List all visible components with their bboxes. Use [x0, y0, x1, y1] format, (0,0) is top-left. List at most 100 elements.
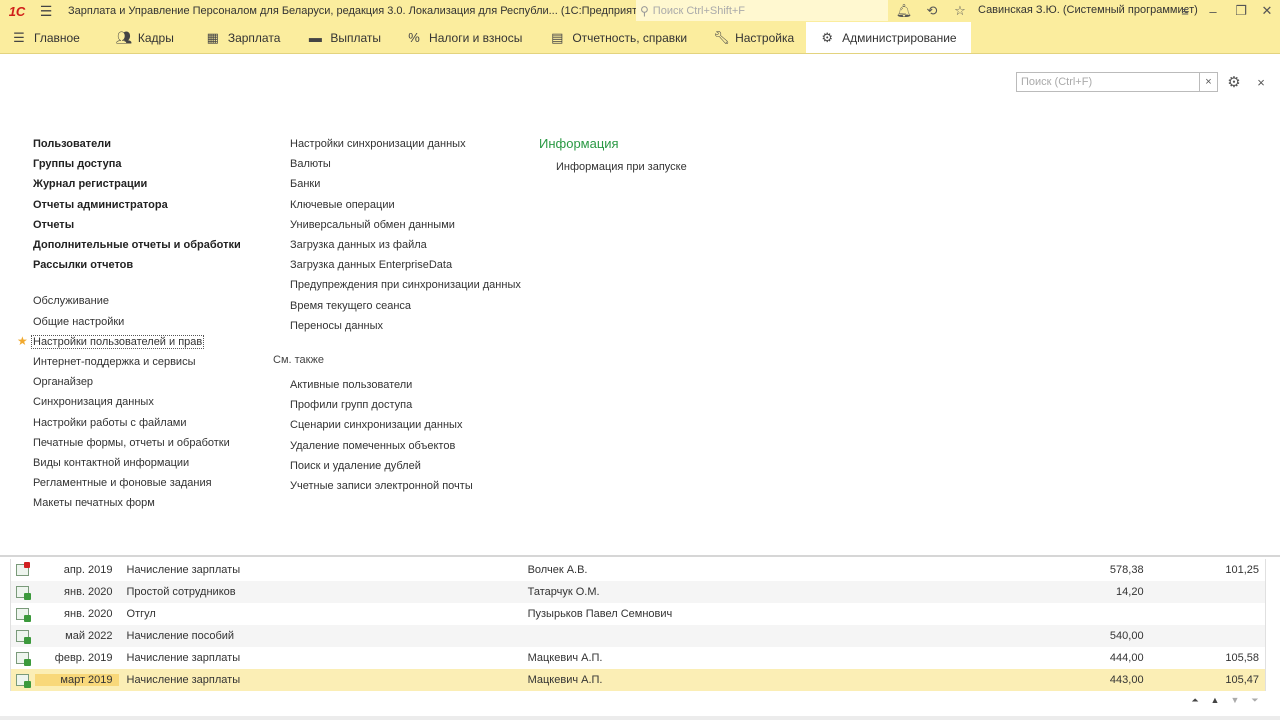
- row-employee: Волчек А.В.: [527, 564, 588, 576]
- see-also-column: Активные пользователи Профили групп дост…: [290, 375, 473, 496]
- maximize-icon[interactable]: ❐: [1232, 2, 1250, 20]
- scroll-down-icon[interactable]: ▼: [1226, 691, 1244, 709]
- row-amount: 444,00: [1109, 652, 1144, 664]
- link-currencies[interactable]: Валюты: [290, 154, 521, 174]
- percent-icon: %: [408, 30, 420, 45]
- link-delete-marked[interactable]: Удаление помеченных объектов: [290, 436, 473, 456]
- favorite-star-icon[interactable]: ★: [17, 334, 28, 348]
- posted-document-icon: [16, 630, 32, 644]
- link-user-rights-label: Настройки пользователей и прав: [31, 334, 205, 349]
- link-access-groups[interactable]: Группы доступа: [33, 154, 241, 174]
- posted-document-icon: [16, 652, 32, 666]
- section-label: Налоги и взносы: [429, 30, 523, 45]
- link-reports[interactable]: Отчеты: [33, 215, 241, 235]
- row-employee: Татарчук О.М.: [527, 586, 600, 598]
- calculator-icon: ▦: [206, 29, 219, 45]
- section-settings[interactable]: 🔧︎ Настройка: [699, 22, 806, 53]
- link-user-rights-settings[interactable]: Настройки пользователей и прав: [31, 332, 241, 352]
- section-payments[interactable]: ▬ Выплаты: [292, 22, 393, 53]
- link-admin-reports[interactable]: Отчеты администратора: [33, 195, 241, 215]
- current-user[interactable]: Савинская З.Ю. (Системный программист): [978, 4, 1198, 16]
- link-email-accounts[interactable]: Учетные записи электронной почты: [290, 476, 473, 496]
- link-sync-scenarios[interactable]: Сценарии синхронизации данных: [290, 415, 473, 435]
- scroll-to-top-icon[interactable]: ⏶: [1186, 691, 1204, 709]
- row-document: Начисление пособий: [126, 630, 235, 642]
- history-icon[interactable]: ⟲: [923, 2, 941, 20]
- section-taxes[interactable]: % Налоги и взносы: [393, 22, 534, 53]
- table-row-selected[interactable]: март 2019 Начисление зарплаты Мацкевич А…: [11, 669, 1265, 691]
- link-internet-support[interactable]: Интернет-поддержка и сервисы: [33, 352, 241, 372]
- section-label: Кадры: [137, 30, 174, 45]
- section-hr[interactable]: 👥︎ Кадры: [92, 22, 186, 53]
- row-document: Начисление зарплаты: [126, 564, 241, 576]
- global-search-input[interactable]: ⚲ Поиск Ctrl+Shift+F: [636, 0, 888, 21]
- table-row[interactable]: янв. 2020 Простой сотрудников Татарчук О…: [11, 581, 1265, 603]
- link-data-transfers[interactable]: Переносы данных: [290, 316, 521, 336]
- section-main[interactable]: ☰ Главное: [0, 22, 92, 53]
- minimize-icon[interactable]: –: [1204, 2, 1222, 20]
- document-list: апр. 2019 Начисление зарплаты Волчек А.В…: [0, 555, 1280, 720]
- link-file-settings[interactable]: Настройки работы с файлами: [33, 412, 241, 432]
- link-print-forms[interactable]: Печатные формы, отчеты и обработки: [33, 433, 241, 453]
- link-banks[interactable]: Банки: [290, 174, 521, 194]
- panel-settings-gear-icon[interactable]: ⚙: [1225, 73, 1243, 91]
- section-reports[interactable]: ▤ Отчетность, справки: [534, 22, 699, 53]
- settings-menu-icon[interactable]: ≡: [1176, 2, 1194, 20]
- section-administration[interactable]: ⚙ Администрирование: [806, 22, 971, 53]
- section-salary[interactable]: ▦ Зарплата: [186, 22, 293, 53]
- bell-icon[interactable]: 🔔︎: [895, 2, 913, 20]
- row-document: Начисление зарплаты: [126, 652, 241, 664]
- admin-secondary-column: Настройки синхронизации данных Валюты Ба…: [290, 134, 521, 336]
- link-organizer[interactable]: Органайзер: [33, 372, 241, 392]
- table-row[interactable]: апр. 2019 Начисление зарплаты Волчек А.В…: [11, 559, 1265, 581]
- link-maintenance[interactable]: Обслуживание: [33, 291, 241, 311]
- admin-commands-column: Пользователи Группы доступа Журнал регис…: [31, 134, 241, 513]
- row-date: янв. 2020: [64, 586, 113, 598]
- link-report-mailings[interactable]: Рассылки отчетов: [33, 255, 241, 275]
- link-sync-warnings[interactable]: Предупреждения при синхронизации данных: [290, 275, 521, 295]
- link-event-log[interactable]: Журнал регистрации: [33, 174, 241, 194]
- window-close-icon[interactable]: ✕: [1258, 2, 1276, 20]
- clear-search-icon[interactable]: ×: [1200, 72, 1218, 92]
- link-contact-info-kinds[interactable]: Виды контактной информации: [33, 453, 241, 473]
- link-key-operations[interactable]: Ключевые операции: [290, 195, 521, 215]
- link-scheduled-jobs[interactable]: Регламентные и фоновые задания: [33, 473, 241, 493]
- scroll-to-bottom-icon[interactable]: ⏷: [1246, 691, 1264, 709]
- row-tax: 105,47: [1225, 674, 1260, 686]
- row-date: янв. 2020: [64, 608, 113, 620]
- star-icon[interactable]: ☆: [951, 2, 969, 20]
- table-row[interactable]: февр. 2019 Начисление зарплаты Мацкевич …: [11, 647, 1265, 669]
- row-date: февр. 2019: [54, 652, 113, 664]
- posted-document-icon: [16, 586, 32, 600]
- link-users[interactable]: Пользователи: [33, 134, 241, 154]
- link-universal-exchange[interactable]: Универсальный обмен данными: [290, 215, 521, 235]
- title-bar: 1С ☰ Зарплата и Управление Персоналом дл…: [0, 0, 1280, 22]
- link-load-from-file[interactable]: Загрузка данных из файла: [290, 235, 521, 255]
- link-additional-reports[interactable]: Дополнительные отчеты и обработки: [33, 235, 241, 255]
- row-date: май 2022: [65, 630, 113, 642]
- status-strip: [0, 716, 1280, 720]
- link-active-users[interactable]: Активные пользователи: [290, 375, 473, 395]
- scroll-up-icon[interactable]: ▲: [1206, 691, 1224, 709]
- link-sync-settings[interactable]: Настройки синхронизации данных: [290, 134, 521, 154]
- section-label: Зарплата: [227, 30, 281, 45]
- table-row[interactable]: янв. 2020 Отгул Пузырьков Павел Семнович: [11, 603, 1265, 625]
- link-general-settings[interactable]: Общие настройки: [33, 312, 241, 332]
- panel-close-icon[interactable]: ×: [1253, 74, 1269, 90]
- link-access-group-profiles[interactable]: Профили групп доступа: [290, 395, 473, 415]
- hamburger-menu-icon[interactable]: ☰: [34, 3, 58, 20]
- search-icon: ⚲: [640, 3, 649, 18]
- link-data-sync[interactable]: Синхронизация данных: [33, 392, 241, 412]
- link-print-templates[interactable]: Макеты печатных форм: [33, 493, 241, 513]
- window-title: Зарплата и Управление Персоналом для Бел…: [68, 5, 654, 17]
- link-session-time[interactable]: Время текущего сеанса: [290, 296, 521, 316]
- link-load-enterprisedata[interactable]: Загрузка данных EnterpriseData: [290, 255, 521, 275]
- row-tax: 101,25: [1225, 564, 1260, 576]
- section-label: Главное: [34, 30, 80, 45]
- link-find-duplicates[interactable]: Поиск и удаление дублей: [290, 456, 473, 476]
- list-navigation: ⏶ ▲ ▼ ⏷: [1186, 691, 1264, 709]
- row-amount: 443,00: [1109, 674, 1144, 686]
- link-startup-info[interactable]: Информация при запуске: [556, 161, 687, 173]
- panel-search-input[interactable]: Поиск (Ctrl+F): [1016, 72, 1200, 92]
- table-row[interactable]: май 2022 Начисление пособий 540,00: [11, 625, 1265, 647]
